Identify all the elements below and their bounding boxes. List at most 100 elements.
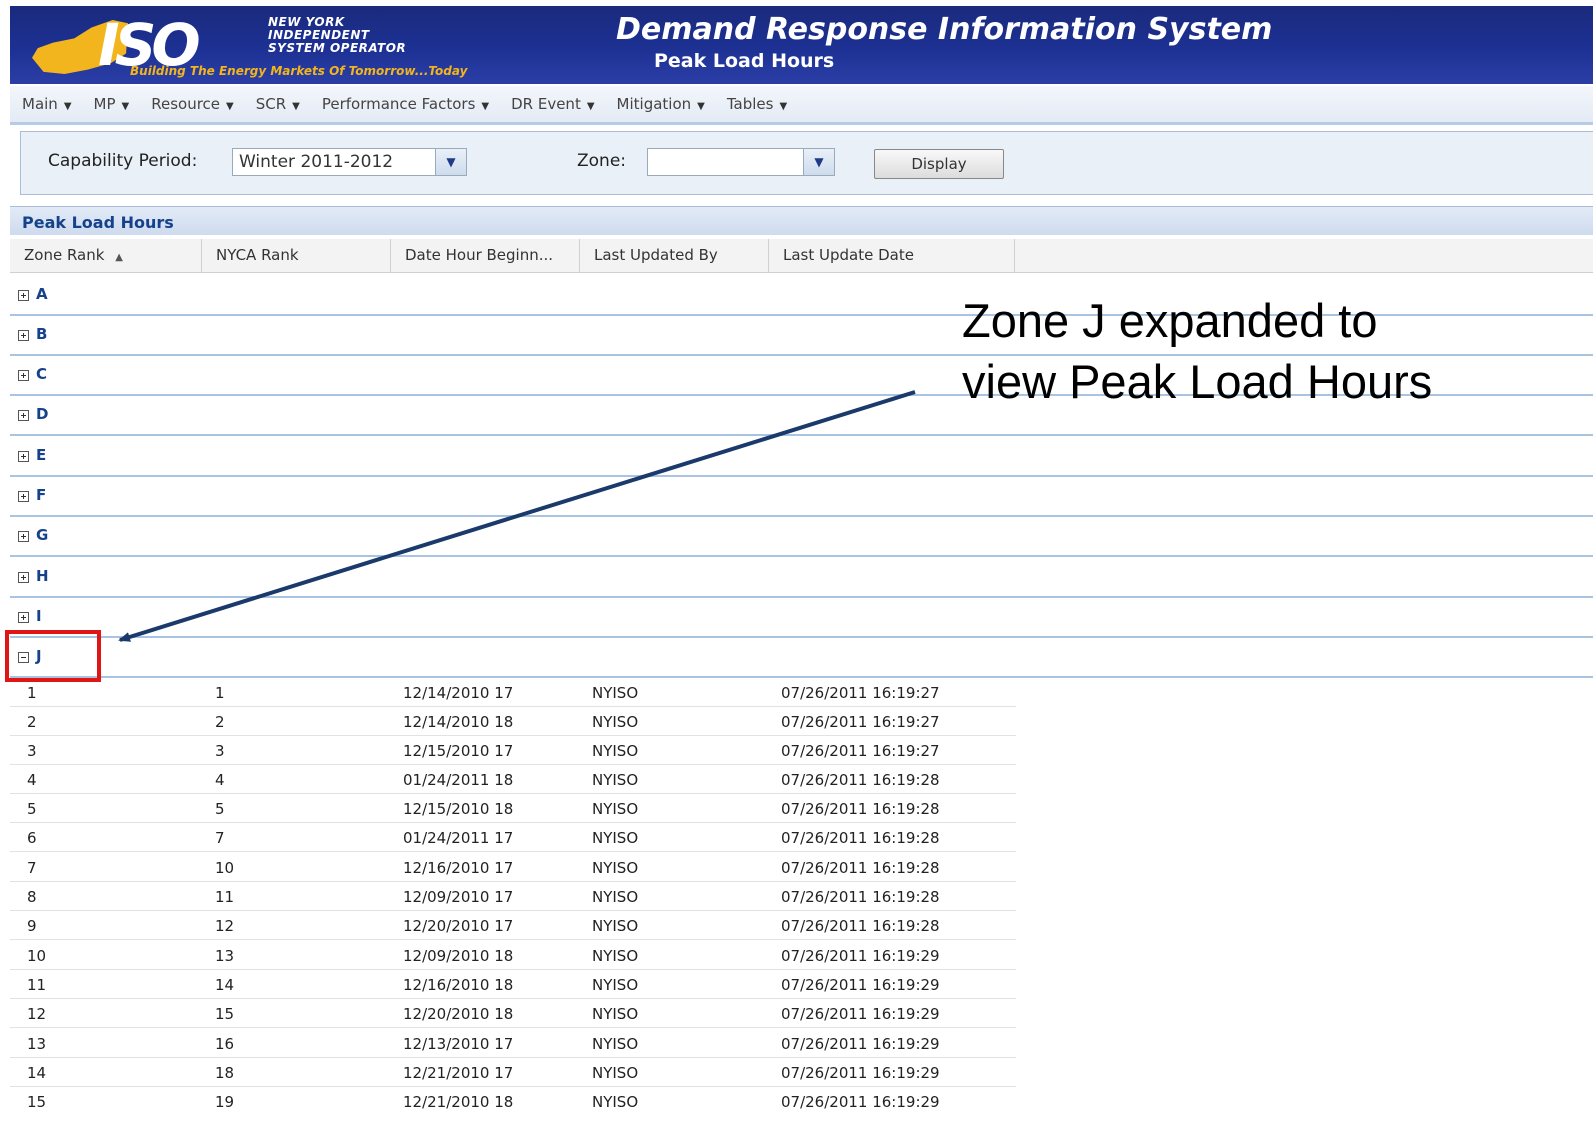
expand-plus-icon[interactable] — [18, 572, 29, 583]
chevron-down-icon: ▼ — [697, 101, 705, 112]
column-header-last-updated-by[interactable]: Last Updated By — [580, 239, 769, 272]
updated-by-cell: NYISO — [592, 771, 639, 789]
date-hour-cell: 12/16/2010 17 — [403, 859, 514, 877]
update-date-cell: 07/26/2011 16:19:28 — [781, 771, 940, 789]
zone-rank-cell: 2 — [27, 713, 37, 731]
date-hour-cell: 12/20/2010 17 — [403, 917, 514, 935]
column-header-date-hour-beginning[interactable]: Date Hour Beginn... — [391, 239, 580, 272]
table-row[interactable]: 5 5 12/15/2010 18 NYISO 07/26/2011 16:19:28 — [10, 794, 1016, 823]
menu-main[interactable]: Main ▼ — [22, 95, 72, 113]
zone-select[interactable]: ▼ — [647, 148, 835, 176]
date-hour-cell: 12/09/2010 17 — [403, 888, 514, 906]
zone-rank-cell: 3 — [27, 742, 37, 760]
table-row[interactable]: 10 13 12/09/2010 18 NYISO 07/26/2011 16:19:2… — [10, 941, 1016, 970]
date-hour-cell: 12/15/2010 17 — [403, 742, 514, 760]
main-menu-bar: Main ▼ MP ▼ Resource ▼ SCR ▼ Performance Fac… — [10, 86, 1593, 125]
group-row-f[interactable]: F — [10, 477, 1593, 517]
updated-by-cell: NYISO — [592, 859, 639, 877]
display-button[interactable]: Display — [874, 149, 1004, 179]
zone-rank-cell: 12 — [27, 1005, 47, 1023]
date-hour-cell: 12/14/2010 18 — [403, 713, 514, 731]
table-row[interactable]: 2 2 12/14/2010 18 NYISO 07/26/2011 16:19:27 — [10, 707, 1016, 736]
nyca-rank-cell: 18 — [215, 1064, 235, 1082]
table-row[interactable]: 1 1 12/14/2010 17 NYISO 07/26/2011 16:19:27 — [10, 678, 1016, 707]
expand-plus-icon[interactable] — [18, 370, 29, 381]
zone-label: Zone: — [577, 151, 627, 171]
group-row-e[interactable]: E — [10, 437, 1593, 477]
expand-plus-icon[interactable] — [18, 491, 29, 502]
expand-plus-icon[interactable] — [18, 612, 29, 623]
nyca-rank-cell: 7 — [215, 829, 225, 847]
zone-rank-cell: 15 — [27, 1093, 47, 1111]
table-row[interactable]: 4 4 01/24/2011 18 NYISO 07/26/2011 16:19:28 — [10, 765, 1016, 794]
zone-rank-cell: 4 — [27, 771, 37, 789]
column-header-zone-rank[interactable]: Zone Rank ▲ — [10, 239, 202, 272]
capability-period-select[interactable]: Winter 2011-2012 ▼ — [232, 148, 467, 176]
updated-by-cell: NYISO — [592, 976, 639, 994]
group-label: B — [36, 325, 48, 343]
sort-ascending-icon: ▲ — [115, 252, 123, 263]
group-row-h[interactable]: H — [10, 558, 1593, 598]
updated-by-cell: NYISO — [592, 1005, 639, 1023]
menu-performance-factors[interactable]: Performance Factors ▼ — [322, 95, 489, 113]
expand-plus-icon[interactable] — [18, 531, 29, 542]
column-header-nyca-rank[interactable]: NYCA Rank — [202, 239, 391, 272]
table-row[interactable]: 12 15 12/20/2010 18 NYISO 07/26/2011 16:19:2… — [10, 999, 1016, 1028]
nyca-rank-cell: 5 — [215, 800, 225, 818]
date-hour-cell: 12/13/2010 17 — [403, 1035, 514, 1053]
expand-plus-icon[interactable] — [18, 330, 29, 341]
group-row-g[interactable]: G — [10, 517, 1593, 557]
menu-tables[interactable]: Tables ▼ — [727, 95, 787, 113]
group-row-i[interactable]: I — [10, 598, 1593, 638]
nyca-rank-cell: 10 — [215, 859, 235, 877]
menu-scr[interactable]: SCR ▼ — [256, 95, 300, 113]
group-row-j[interactable]: J — [10, 638, 1593, 678]
update-date-cell: 07/26/2011 16:19:29 — [781, 976, 940, 994]
page-subtitle: Peak Load Hours — [654, 50, 835, 72]
update-date-cell: 07/26/2011 16:19:29 — [781, 1093, 940, 1111]
chevron-down-icon[interactable]: ▼ — [803, 149, 834, 175]
group-label: I — [36, 607, 42, 625]
table-row[interactable]: 11 14 12/16/2010 18 NYISO 07/26/2011 16:19:2… — [10, 970, 1016, 999]
table-row[interactable]: 3 3 12/15/2010 17 NYISO 07/26/2011 16:19:27 — [10, 736, 1016, 765]
table-row[interactable]: 14 18 12/21/2010 17 NYISO 07/26/2011 16:19:2… — [10, 1058, 1016, 1087]
expand-plus-icon[interactable] — [18, 451, 29, 462]
nyca-rank-cell: 4 — [215, 771, 225, 789]
updated-by-cell: NYISO — [592, 742, 639, 760]
menu-mitigation[interactable]: Mitigation ▼ — [617, 95, 705, 113]
date-hour-cell: 12/21/2010 17 — [403, 1064, 514, 1082]
group-label: F — [36, 486, 47, 504]
expand-plus-icon[interactable] — [18, 290, 29, 301]
table-row[interactable]: 6 7 01/24/2011 17 NYISO 07/26/2011 16:19:28 — [10, 823, 1016, 852]
chevron-down-icon[interactable]: ▼ — [435, 149, 466, 175]
table-row[interactable]: 8 11 12/09/2010 17 NYISO 07/26/2011 16:19:28 — [10, 882, 1016, 911]
group-label: D — [36, 405, 49, 423]
expand-plus-icon[interactable] — [18, 410, 29, 421]
menu-resource[interactable]: Resource ▼ — [151, 95, 234, 113]
date-hour-cell: 12/15/2010 18 — [403, 800, 514, 818]
update-date-cell: 07/26/2011 16:19:27 — [781, 684, 940, 702]
table-row[interactable]: 9 12 12/20/2010 17 NYISO 07/26/2011 16:19:28 — [10, 911, 1016, 940]
updated-by-cell: NYISO — [592, 1064, 639, 1082]
grid-column-header: Zone Rank ▲ NYCA Rank Date Hour Beginn..… — [10, 239, 1593, 273]
updated-by-cell: NYISO — [592, 829, 639, 847]
updated-by-cell: NYISO — [592, 917, 639, 935]
app-header: ISO NEW YORK INDEPENDENT SYSTEM OPERATOR… — [10, 6, 1593, 84]
table-row[interactable]: 13 16 12/13/2010 17 NYISO 07/26/2011 16:19:2… — [10, 1029, 1016, 1058]
menu-dr-event[interactable]: DR Event ▼ — [511, 95, 594, 113]
chevron-down-icon: ▼ — [121, 101, 130, 112]
nyca-rank-cell: 1 — [215, 684, 225, 702]
update-date-cell: 07/26/2011 16:19:28 — [781, 829, 940, 847]
menu-mp[interactable]: MP ▼ — [94, 95, 130, 113]
table-row[interactable]: 15 19 12/21/2010 18 NYISO 07/26/2011 16:19:2… — [10, 1087, 1016, 1116]
zone-rank-cell: 7 — [27, 859, 37, 877]
update-date-cell: 07/26/2011 16:19:28 — [781, 800, 940, 818]
group-label: J — [36, 647, 42, 665]
column-header-last-update-date[interactable]: Last Update Date — [769, 239, 1015, 272]
annotation-callout-text: Zone J expanded to view Peak Load Hours — [962, 294, 1433, 408]
table-row[interactable]: 7 10 12/16/2010 17 NYISO 07/26/2011 16:19:28 — [10, 853, 1016, 882]
chevron-down-icon: ▼ — [63, 101, 72, 112]
chevron-down-icon: ▼ — [779, 101, 788, 112]
nyca-rank-cell: 3 — [215, 742, 225, 760]
collapse-minus-icon[interactable] — [18, 652, 29, 663]
